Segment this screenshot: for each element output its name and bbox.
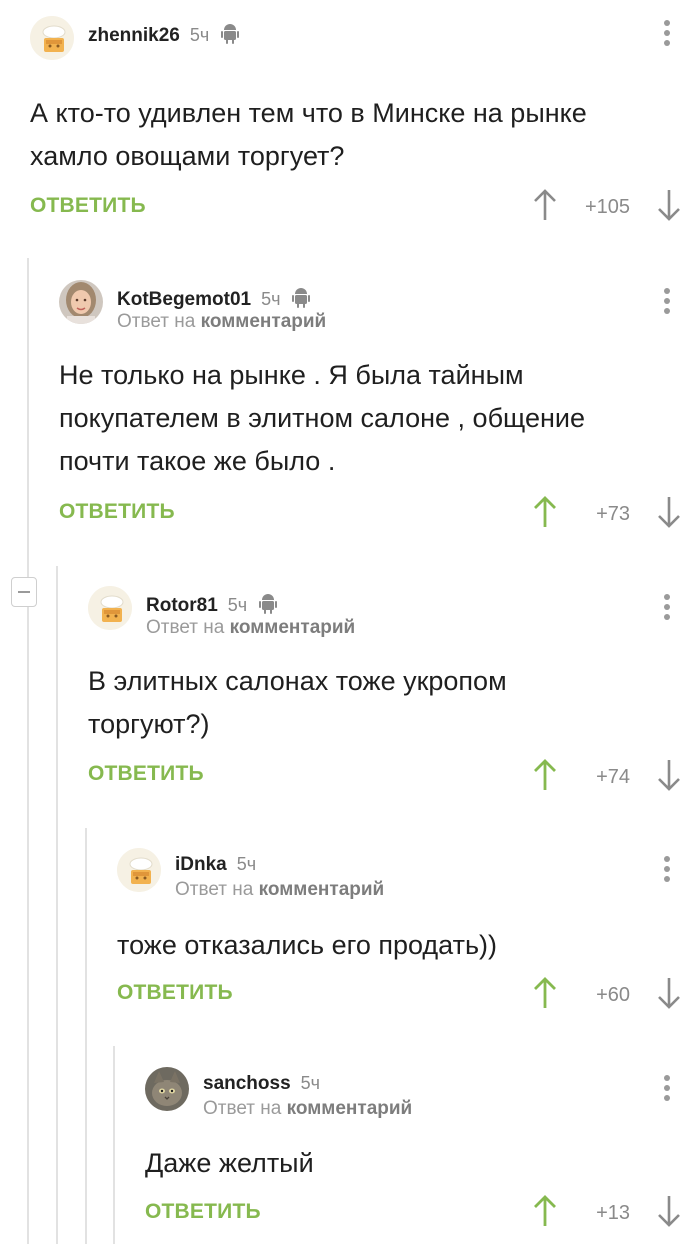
comment-header: KotBegemot01 5ч Ответ на комментарий — [59, 280, 700, 340]
reply-to-label: Ответ на комментарий — [117, 311, 327, 332]
more-options-icon[interactable] — [664, 1075, 672, 1105]
reply-button[interactable]: ОТВЕТИТЬ — [88, 762, 204, 786]
author-name[interactable]: iDnka 5ч — [175, 854, 256, 876]
score-value: +60 — [596, 984, 630, 1006]
author-name[interactable]: zhennik26 5ч — [88, 22, 240, 50]
comment-time: 5ч — [261, 289, 281, 309]
comment-idnka: iDnka 5ч Ответ на комментарий тоже отказа… — [117, 848, 700, 1018]
android-icon — [221, 22, 240, 50]
user-photo-avatar[interactable] — [59, 280, 103, 324]
comment-zhennik26: zhennik26 5ч А кто-то удивлен тем что в М… — [30, 16, 700, 236]
reply-button[interactable]: ОТВЕТИТЬ — [117, 981, 233, 1005]
reply-to-comment-link[interactable]: комментарий — [259, 879, 385, 900]
comment-header: sanchoss 5ч Ответ на комментарий — [145, 1067, 700, 1127]
default-avatar[interactable] — [117, 848, 161, 892]
comment-time: 5ч — [236, 854, 257, 874]
more-options-icon[interactable] — [664, 594, 672, 624]
android-icon — [259, 592, 278, 620]
upvote-arrow-icon[interactable] — [532, 976, 558, 1015]
vote-controls: +74 — [532, 758, 682, 798]
upvote-arrow-icon[interactable] — [532, 188, 558, 227]
reply-to-comment-link[interactable]: комментарий — [230, 617, 356, 638]
comment-text: Даже желтый — [145, 1148, 314, 1178]
score-value: +13 — [596, 1202, 630, 1224]
more-options-icon[interactable] — [664, 20, 672, 50]
score-value: +74 — [596, 766, 630, 788]
upvote-arrow-icon[interactable] — [532, 1194, 558, 1233]
author-name[interactable]: Rotor81 5ч — [146, 592, 278, 620]
author-name[interactable]: KotBegemot01 5ч — [117, 286, 311, 314]
reply-button[interactable]: ОТВЕТИТЬ — [145, 1200, 261, 1224]
more-options-icon[interactable] — [664, 856, 672, 886]
thread-line-level-1 — [27, 258, 29, 1244]
upvote-arrow-icon[interactable] — [532, 758, 558, 797]
thread-line-level-3 — [85, 828, 87, 1244]
collapse-thread-button[interactable] — [11, 577, 37, 607]
comment-text: Не только на рынке . Я была тайным покуп… — [59, 360, 585, 476]
more-options-icon[interactable] — [664, 288, 672, 318]
comment-rotor81: Rotor81 5ч Ответ на комментарий В элитных… — [88, 586, 700, 796]
comment-time: 5ч — [189, 25, 210, 45]
reply-button[interactable]: ОТВЕТИТЬ — [59, 500, 175, 524]
reply-to-label: Ответ на комментарий — [146, 617, 356, 638]
comment-text: А кто-то удивлен тем что в Минске на рын… — [30, 98, 587, 171]
score-value: +105 — [584, 196, 630, 218]
reply-to-comment-link[interactable]: комментарий — [287, 1098, 413, 1119]
downvote-arrow-icon[interactable] — [656, 976, 682, 1015]
comment-sanchoss: sanchoss 5ч Ответ на комментарий Даже жел… — [145, 1067, 700, 1237]
downvote-arrow-icon[interactable] — [656, 758, 682, 797]
thread-line-level-4 — [113, 1046, 115, 1244]
comment-header: Rotor81 5ч Ответ на комментарий — [88, 586, 700, 646]
comment-time: 5ч — [300, 1073, 321, 1093]
comment-kotbegemot01: KotBegemot01 5ч Ответ на комментарий Не т… — [59, 280, 700, 530]
comment-header: iDnka 5ч Ответ на комментарий — [117, 848, 700, 908]
author-name[interactable]: sanchoss 5ч — [203, 1073, 320, 1095]
comment-text: В элитных салонах тоже укропом торгуют?) — [88, 666, 507, 739]
downvote-arrow-icon[interactable] — [656, 495, 682, 534]
vote-controls: +13 — [532, 1194, 682, 1234]
comment-header: zhennik26 5ч — [30, 16, 700, 76]
vote-controls: +105 — [532, 188, 682, 228]
cat-photo-avatar[interactable] — [145, 1067, 189, 1111]
vote-controls: +60 — [532, 976, 682, 1016]
android-icon — [292, 286, 311, 314]
thread-line-level-2 — [56, 566, 58, 1244]
upvote-arrow-icon[interactable] — [532, 495, 558, 534]
default-avatar[interactable] — [88, 586, 132, 630]
default-avatar[interactable] — [30, 16, 74, 60]
reply-to-label: Ответ на комментарий — [175, 879, 385, 900]
downvote-arrow-icon[interactable] — [656, 1194, 682, 1233]
comment-text: тоже отказались его продать)) — [117, 930, 498, 960]
downvote-arrow-icon[interactable] — [656, 188, 682, 227]
reply-to-comment-link[interactable]: комментарий — [201, 311, 327, 332]
reply-button[interactable]: ОТВЕТИТЬ — [30, 194, 146, 218]
reply-to-label: Ответ на комментарий — [203, 1098, 413, 1119]
vote-controls: +73 — [532, 495, 682, 535]
comment-time: 5ч — [227, 595, 248, 615]
score-value: +73 — [596, 503, 630, 525]
